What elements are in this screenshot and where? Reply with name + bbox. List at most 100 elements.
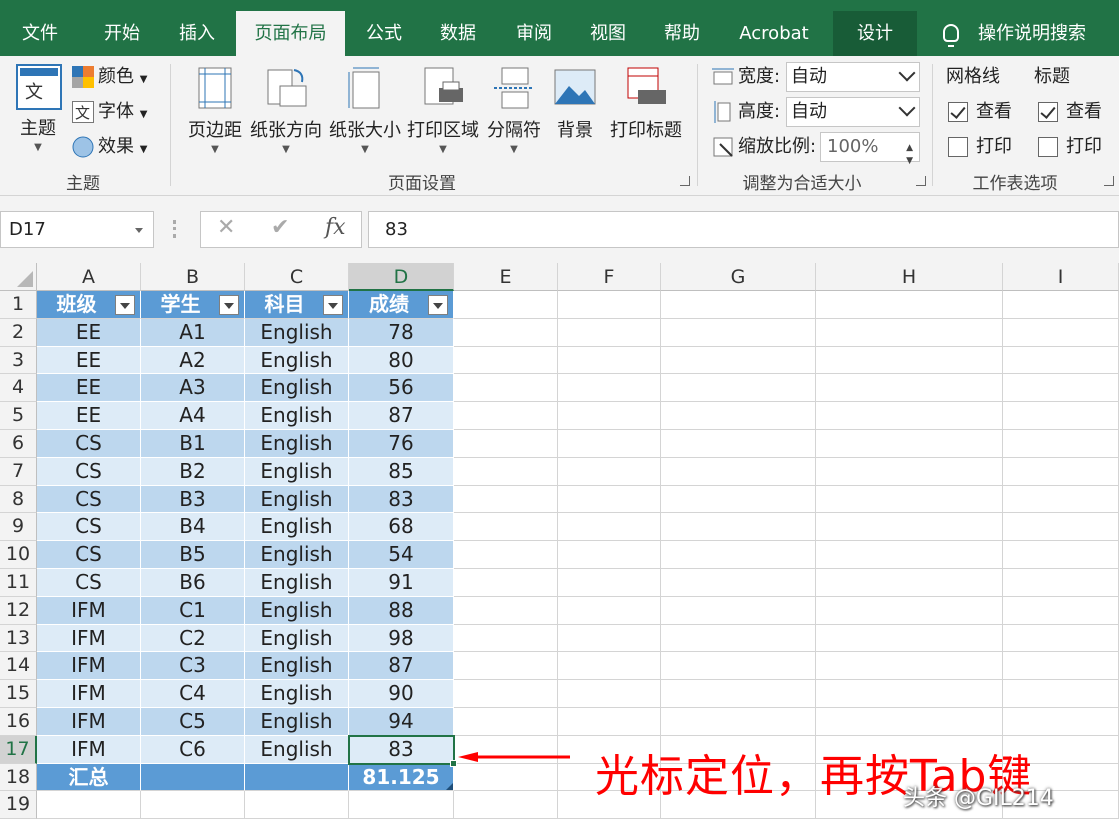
table-header-cell[interactable]: 成绩	[349, 291, 454, 319]
grid-cell[interactable]: 87	[349, 652, 454, 681]
grid-cell[interactable]: B4	[141, 513, 245, 542]
tab-acrobat[interactable]: Acrobat	[730, 11, 818, 56]
row-header-14[interactable]: 14	[0, 652, 37, 681]
grid-cell[interactable]	[1003, 513, 1119, 542]
grid-cell[interactable]	[816, 402, 1003, 430]
grid-cell[interactable]: C3	[141, 652, 245, 681]
grid-cell[interactable]	[454, 291, 558, 319]
filter-dropdown-icon[interactable]	[219, 295, 239, 315]
insert-function-icon[interactable]: fx	[325, 215, 346, 240]
row-header-5[interactable]: 5	[0, 402, 37, 430]
page-setup-launcher-icon[interactable]	[680, 176, 690, 186]
grid-cell[interactable]	[661, 402, 816, 430]
grid-cell[interactable]: B3	[141, 485, 245, 514]
grid-cell[interactable]	[661, 513, 816, 542]
resize-handle-icon[interactable]	[173, 220, 177, 238]
grid-cell[interactable]: 83	[349, 485, 454, 514]
tab-formulas[interactable]: 公式	[352, 11, 416, 56]
grid-cell[interactable]	[558, 374, 661, 403]
grid-cell[interactable]: English	[245, 485, 349, 514]
row-header-11[interactable]: 11	[0, 569, 37, 597]
column-header-i[interactable]: I	[1003, 263, 1119, 291]
grid-cell[interactable]	[661, 569, 816, 597]
grid-cell[interactable]	[661, 346, 816, 375]
grid-cell[interactable]	[661, 485, 816, 514]
grid-cell[interactable]	[816, 708, 1003, 736]
size-button[interactable]: 纸张大小 ▼	[328, 66, 402, 155]
grid-cell[interactable]: English	[245, 569, 349, 597]
filter-dropdown-icon[interactable]	[115, 295, 135, 315]
grid-cell[interactable]: IFM	[37, 680, 141, 708]
grid-cell[interactable]	[454, 346, 558, 375]
row-header-9[interactable]: 9	[0, 513, 37, 542]
grid-cell[interactable]: English	[245, 596, 349, 625]
grid-cell[interactable]	[1003, 596, 1119, 625]
grid-cell[interactable]: B5	[141, 541, 245, 569]
grid-cell[interactable]: B2	[141, 457, 245, 486]
grid-cell[interactable]: CS	[37, 485, 141, 514]
row-header-15[interactable]: 15	[0, 680, 37, 708]
grid-cell[interactable]	[816, 485, 1003, 514]
grid-cell[interactable]	[816, 680, 1003, 708]
grid-cell[interactable]	[1003, 346, 1119, 375]
grid-cell[interactable]: 98	[349, 624, 454, 653]
headings-view-checkbox[interactable]: 查看	[1038, 97, 1102, 127]
row-header-2[interactable]: 2	[0, 318, 37, 347]
scale-spinner[interactable]: 100% ▲ ▼	[820, 132, 920, 166]
colors-button[interactable]: 颜色 ▼	[72, 62, 147, 92]
grid-cell[interactable]	[558, 541, 661, 569]
spin-down-icon[interactable]: ▼	[906, 147, 913, 175]
grid-cell[interactable]: English	[245, 513, 349, 542]
grid-cell[interactable]	[245, 791, 349, 820]
grid-cell[interactable]: EE	[37, 374, 141, 403]
grid-cell[interactable]	[816, 457, 1003, 486]
grid-cell[interactable]: 88	[349, 596, 454, 625]
grid-cell[interactable]	[816, 374, 1003, 403]
grid-cell[interactable]: 68	[349, 513, 454, 542]
fonts-button[interactable]: 文字体 ▼	[72, 97, 147, 127]
grid-cell[interactable]	[558, 652, 661, 681]
grid-cell[interactable]: C5	[141, 708, 245, 736]
table-header-cell[interactable]: 科目	[245, 291, 349, 319]
grid-cell[interactable]	[816, 652, 1003, 681]
chevron-down-icon[interactable]	[135, 228, 143, 233]
formula-input[interactable]: 83	[368, 211, 1119, 248]
grid-cell[interactable]	[661, 291, 816, 319]
grid-cell[interactable]: English	[245, 541, 349, 569]
grid-cell[interactable]: EE	[37, 402, 141, 430]
grid-cell[interactable]	[1003, 430, 1119, 458]
background-button[interactable]: 背景	[550, 66, 600, 142]
gridlines-view-checkbox[interactable]: 查看	[948, 97, 1012, 127]
tell-me-search[interactable]: 操作说明搜索	[935, 11, 1119, 56]
grid-cell[interactable]: C6	[141, 735, 245, 764]
grid-cell[interactable]	[141, 763, 245, 792]
grid-cell[interactable]: 54	[349, 541, 454, 569]
grid-cell[interactable]	[454, 791, 558, 820]
grid-cell[interactable]	[349, 791, 454, 820]
grid-cell[interactable]: 56	[349, 374, 454, 403]
grid-cell[interactable]: 78	[349, 318, 454, 347]
column-header-e[interactable]: E	[454, 263, 558, 291]
grid-cell[interactable]	[558, 569, 661, 597]
grid-cell[interactable]: IFM	[37, 708, 141, 736]
grid-cell[interactable]	[141, 791, 245, 820]
grid-cell[interactable]: A1	[141, 318, 245, 347]
grid-cell[interactable]: 汇总	[37, 763, 141, 792]
grid-cell[interactable]	[816, 430, 1003, 458]
grid-cell[interactable]	[661, 374, 816, 403]
grid-cell[interactable]	[661, 708, 816, 736]
height-dropdown[interactable]: 自动	[786, 97, 920, 127]
grid-cell[interactable]: 94	[349, 708, 454, 736]
column-header-a[interactable]: A	[37, 263, 141, 291]
grid-cell[interactable]	[816, 291, 1003, 319]
grid-cell[interactable]: English	[245, 346, 349, 375]
grid-cell[interactable]: CS	[37, 457, 141, 486]
grid-cell[interactable]	[661, 430, 816, 458]
grid-cell[interactable]: EE	[37, 346, 141, 375]
gridlines-print-checkbox[interactable]: 打印	[948, 132, 1012, 162]
grid-cell[interactable]: C2	[141, 624, 245, 653]
row-header-8[interactable]: 8	[0, 485, 37, 514]
grid-cell[interactable]	[454, 318, 558, 347]
tab-insert[interactable]: 插入	[165, 11, 229, 56]
grid-cell[interactable]: B1	[141, 430, 245, 458]
